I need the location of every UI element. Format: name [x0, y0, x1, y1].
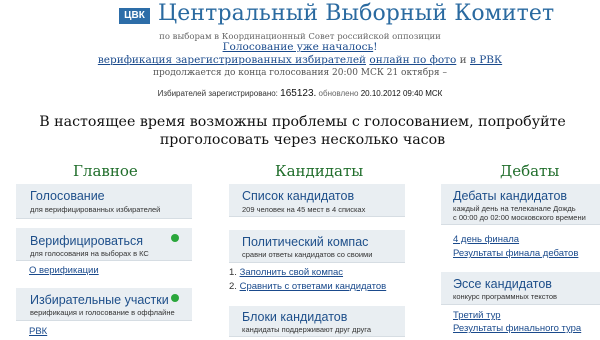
voters-registered: Избирателей зарегистрировано: 165123. об… [0, 88, 600, 99]
voting-started-line: Голосование уже началось! [0, 41, 600, 53]
card-voting[interactable]: Голосование для верифицированных избират… [16, 184, 192, 219]
rvk-link[interactable]: РВК [29, 326, 47, 337]
voters-count: 165123. [280, 88, 317, 99]
card-essays-desc: конкурс программных текстов [453, 292, 558, 301]
card-debates[interactable]: Дебаты кандидатов каждый день на телекан… [441, 184, 600, 225]
voting-started-link[interactable]: Голосование уже началось [223, 41, 374, 53]
heading-debates: Дебаты [500, 162, 560, 180]
compass-step-1: 1. Заполнить свой компас [229, 267, 343, 278]
card-voting-title[interactable]: Голосование [30, 189, 105, 203]
online-photo-link[interactable]: онлайн по фото [369, 54, 456, 66]
compass-step-2: 2. Сравнить с ответами кандидатов [229, 281, 386, 292]
card-debates-title[interactable]: Дебаты кандидатов [453, 189, 567, 203]
card-verify-desc: для голосования на выборах в КС [30, 249, 149, 258]
warning-message: В настоящее время возможны проблемы с го… [39, 114, 566, 148]
compare-answers-link[interactable]: Сравнить с ответами кандидатов [240, 281, 387, 292]
step-1-number: 1. [229, 267, 237, 278]
card-debates-desc-1: каждый день на телеканале Дождь [453, 204, 576, 213]
verification-link[interactable]: верификация зарегистрированных избирател… [98, 54, 366, 66]
card-essays[interactable]: Эссе кандидатов конкурс программных текс… [441, 272, 600, 305]
cvk-logo[interactable]: ЦВК [119, 8, 150, 24]
card-verify-title[interactable]: Верифицироваться [30, 234, 143, 248]
third-round-link[interactable]: Третий тур [453, 310, 501, 321]
status-dot-icon [171, 294, 179, 302]
card-verify[interactable]: Верифицироваться для голосования на выбо… [16, 228, 192, 261]
about-verify-link[interactable]: О верификации [29, 265, 99, 276]
card-political-compass-desc: сравни ответы кандидатов со своими [242, 250, 373, 259]
and-text: и [456, 54, 470, 66]
card-candidate-list-title[interactable]: Список кандидатов [242, 189, 354, 203]
debate-final-results-link[interactable]: Результаты финала дебатов [453, 248, 578, 259]
updated-label: обновлено [318, 89, 359, 98]
site-title: Центральный Выборный Комитет [158, 1, 555, 26]
heading-candidates: Кандидаты [275, 162, 364, 180]
card-stations-title[interactable]: Избирательные участки [30, 293, 169, 307]
card-political-compass-title[interactable]: Политический компас [242, 235, 368, 249]
card-stations[interactable]: Избирательные участки верификация и голо… [16, 288, 192, 321]
voters-label: Избирателей зарегистрировано: [157, 89, 278, 98]
rvk-header-link[interactable]: в РВК [470, 54, 502, 66]
status-dot-icon [171, 234, 179, 242]
card-stations-desc: верификация и голосование в оффлайне [30, 308, 175, 317]
card-candidate-blocks-desc: кандидаты поддерживают друг друга [242, 325, 372, 334]
card-candidate-blocks[interactable]: Блоки кандидатов кандидаты поддерживают … [229, 306, 405, 337]
card-essays-title[interactable]: Эссе кандидатов [453, 277, 552, 291]
verification-line: верификация зарегистрированных избирател… [0, 54, 600, 66]
card-candidate-list-desc: 209 человек на 45 мест в 4 списках [242, 205, 366, 214]
countdown-text: продолжается до конца голосования 20:00 … [153, 68, 447, 78]
card-debates-desc-2: с 00:00 до 02:00 московского времени [453, 213, 586, 222]
final-day-4-link[interactable]: 4 день финала [453, 234, 519, 245]
fill-compass-link[interactable]: Заполнить свой компас [240, 267, 343, 278]
step-2-number: 2. [229, 281, 237, 292]
voting-started-suffix: ! [373, 41, 378, 53]
card-voting-desc: для верифицированных избирателей [30, 205, 161, 214]
card-political-compass[interactable]: Политический компас сравни ответы кандид… [229, 230, 405, 263]
final-round-results-link[interactable]: Результаты финального тура [453, 323, 581, 334]
updated-date: 20.10.2012 09:40 МСК [360, 89, 443, 98]
card-candidate-blocks-title[interactable]: Блоки кандидатов [242, 310, 347, 324]
card-candidate-list[interactable]: Список кандидатов 209 человек на 45 мест… [229, 184, 405, 217]
heading-main: Главное [73, 162, 138, 180]
